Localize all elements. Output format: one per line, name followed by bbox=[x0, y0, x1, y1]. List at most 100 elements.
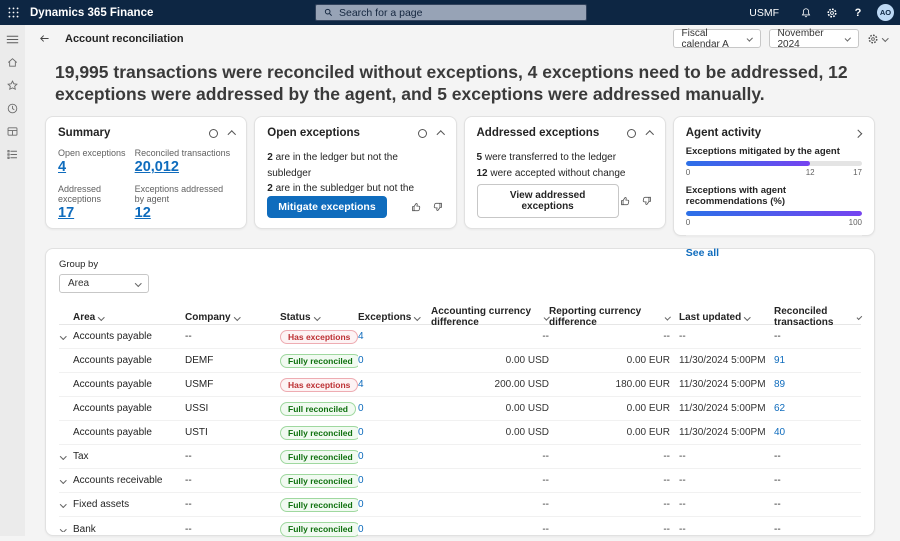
reconciled-transactions-link[interactable]: 91 bbox=[774, 355, 785, 366]
reporting-difference-cell: 0.00 EUR bbox=[549, 355, 670, 366]
fiscal-calendar-select[interactable]: Fiscal calendar A bbox=[673, 29, 761, 48]
reporting-difference-cell: 180.00 EUR bbox=[549, 379, 670, 390]
mitigate-exceptions-button[interactable]: Mitigate exceptions bbox=[267, 196, 386, 218]
topbar: Dynamics 365 Finance Search for a page U… bbox=[0, 0, 900, 25]
exceptions-link[interactable]: 4 bbox=[358, 331, 364, 342]
see-all-link[interactable]: See all bbox=[686, 242, 719, 259]
avatar[interactable]: AO bbox=[877, 4, 894, 21]
column-header-accounting-currency-difference[interactable]: Accounting currency difference bbox=[431, 306, 549, 328]
page-settings-gear-icon[interactable] bbox=[867, 33, 888, 45]
stat-label: Reconciled transactions bbox=[135, 148, 235, 158]
status-badge: Has exceptions bbox=[280, 330, 358, 345]
table-row[interactable]: Accounts payableDEMFFully reconciled00.0… bbox=[59, 349, 861, 373]
column-header-status[interactable]: Status bbox=[280, 312, 358, 323]
stat-value-link[interactable]: 20,012 bbox=[135, 159, 179, 175]
thumbs-down-icon[interactable] bbox=[432, 201, 444, 213]
collapse-chevron-up-icon[interactable] bbox=[646, 131, 654, 139]
stat-value-link[interactable]: 17 bbox=[58, 205, 74, 221]
reconciled-transactions-link[interactable]: 40 bbox=[774, 427, 785, 438]
settings-gear-icon[interactable] bbox=[819, 7, 845, 19]
column-header-area[interactable]: Area bbox=[73, 312, 185, 323]
progress-scale: 0100 bbox=[686, 218, 862, 228]
collapse-chevron-up-icon[interactable] bbox=[228, 131, 236, 139]
headline-summary-text: 19,995 transactions were reconciled with… bbox=[55, 62, 865, 105]
exceptions-link[interactable]: 4 bbox=[358, 379, 364, 390]
last-updated-cell: -- bbox=[670, 475, 774, 486]
app-launcher-waffle-icon[interactable] bbox=[7, 6, 20, 19]
recent-clock-icon[interactable] bbox=[5, 101, 20, 115]
thumbs-up-icon[interactable] bbox=[619, 195, 631, 207]
status-badge: Has exceptions bbox=[280, 378, 358, 393]
row-expand-chevron-icon[interactable] bbox=[60, 478, 66, 483]
sort-chevron-icon bbox=[98, 314, 104, 320]
exceptions-link[interactable]: 0 bbox=[358, 499, 364, 510]
thumbs-down-icon[interactable] bbox=[641, 195, 653, 207]
summary-stat: Exceptions addressed by agent12 bbox=[135, 184, 235, 222]
column-header-reporting-currency-difference[interactable]: Reporting currency difference bbox=[549, 306, 670, 328]
topbar-right: USMF ? AO bbox=[735, 4, 900, 21]
help-icon[interactable]: ? bbox=[845, 7, 871, 19]
exceptions-link[interactable]: 0 bbox=[358, 403, 364, 414]
row-expand-chevron-icon[interactable] bbox=[60, 334, 66, 339]
column-header-reconciled-transactions[interactable]: Reconciled transactions bbox=[774, 306, 861, 328]
back-arrow-icon[interactable] bbox=[38, 32, 51, 45]
chevron-right-icon[interactable] bbox=[853, 129, 861, 137]
period-select[interactable]: November 2024 bbox=[769, 29, 859, 48]
stat-value-link[interactable]: 4 bbox=[58, 159, 66, 175]
sort-chevron-icon bbox=[857, 314, 863, 320]
exceptions-link[interactable]: 0 bbox=[358, 451, 364, 462]
column-header-company[interactable]: Company bbox=[185, 312, 280, 323]
thumbs-up-icon[interactable] bbox=[410, 201, 422, 213]
reconciled-transactions-link[interactable]: 62 bbox=[774, 403, 785, 414]
hamburger-menu-icon[interactable] bbox=[5, 32, 20, 46]
exceptions-link[interactable]: 0 bbox=[358, 427, 364, 438]
divider bbox=[686, 235, 862, 236]
topbar-left: Dynamics 365 Finance bbox=[0, 6, 315, 19]
stat-label: Addressed exceptions bbox=[58, 184, 135, 204]
stat-value-link[interactable]: 12 bbox=[135, 205, 151, 221]
table-row[interactable]: Fixed assets--Fully reconciled0-------- bbox=[59, 493, 861, 517]
agent-metric: Exceptions with agent recommendations (%… bbox=[686, 185, 862, 228]
company-cell: -- bbox=[185, 331, 280, 342]
table-row[interactable]: Accounts payableUSTIFully reconciled00.0… bbox=[59, 421, 861, 445]
table-row[interactable]: Accounts payable--Has exceptions4-------… bbox=[59, 325, 861, 349]
column-header-exceptions[interactable]: Exceptions bbox=[358, 312, 431, 323]
last-updated-cell: -- bbox=[670, 451, 774, 462]
modules-list-icon[interactable] bbox=[5, 147, 20, 161]
view-addressed-exceptions-button[interactable]: View addressed exceptions bbox=[477, 184, 619, 218]
workspaces-icon[interactable] bbox=[5, 124, 20, 138]
last-updated-cell: 11/30/2024 5:00PM bbox=[670, 403, 774, 414]
sort-chevron-icon bbox=[314, 314, 320, 320]
column-header-last-updated[interactable]: Last updated bbox=[670, 312, 774, 323]
summary-stat: Reconciled transactions20,012 bbox=[135, 148, 235, 176]
exceptions-link[interactable]: 0 bbox=[358, 355, 364, 366]
table-row[interactable]: Accounts payableUSSIFull reconciled00.00… bbox=[59, 397, 861, 421]
reconciled-transactions-link[interactable]: 89 bbox=[774, 379, 785, 390]
search-input[interactable]: Search for a page bbox=[315, 4, 587, 21]
open-exceptions-card: Open exceptions 2 are in the ledger but … bbox=[254, 116, 456, 229]
notifications-bell-icon[interactable] bbox=[793, 7, 819, 19]
table-row[interactable]: Accounts receivable--Fully reconciled0--… bbox=[59, 469, 861, 493]
favorites-star-icon[interactable] bbox=[5, 78, 20, 92]
row-expand-chevron-icon[interactable] bbox=[60, 527, 66, 532]
company-selector[interactable]: USMF bbox=[735, 7, 793, 19]
row-expand-chevron-icon[interactable] bbox=[60, 502, 66, 507]
collapse-chevron-up-icon[interactable] bbox=[437, 131, 445, 139]
status-badge: Fully reconciled bbox=[280, 474, 358, 489]
reconciled-transactions-cell: -- bbox=[774, 451, 861, 462]
exceptions-link[interactable]: 0 bbox=[358, 524, 364, 535]
exceptions-link[interactable]: 0 bbox=[358, 475, 364, 486]
table-row[interactable]: Tax--Fully reconciled0-------- bbox=[59, 445, 861, 469]
table-row[interactable]: Bank--Fully reconciled0-------- bbox=[59, 517, 861, 541]
group-by-select[interactable]: Area bbox=[59, 274, 149, 293]
app-title: Dynamics 365 Finance bbox=[30, 7, 153, 19]
summary-stat: Open exceptions4 bbox=[58, 148, 135, 176]
area-cell: Accounts payable bbox=[73, 403, 185, 414]
table-row[interactable]: Accounts payableUSMFHas exceptions4200.0… bbox=[59, 373, 861, 397]
row-expand-chevron-icon[interactable] bbox=[60, 454, 66, 459]
last-updated-cell: -- bbox=[670, 499, 774, 510]
progress-scale: 01217 bbox=[686, 168, 862, 178]
summary-stats: Open exceptions4Reconciled transactions2… bbox=[58, 148, 234, 222]
home-icon[interactable] bbox=[5, 55, 20, 69]
card-title: Agent activity bbox=[686, 127, 761, 139]
